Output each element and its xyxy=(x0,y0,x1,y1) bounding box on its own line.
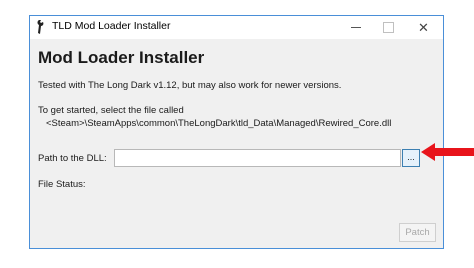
tested-version-text: Tested with The Long Dark v1.12, but may… xyxy=(38,80,342,91)
close-icon: ✕ xyxy=(418,19,429,35)
minimize-icon xyxy=(350,27,361,28)
browse-button[interactable]: ... xyxy=(402,149,420,167)
wrench-icon xyxy=(37,20,44,34)
dll-path-label: Path to the DLL: xyxy=(38,153,107,164)
title-bar[interactable]: TLD Mod Loader Installer ✕ xyxy=(30,16,443,39)
dll-path-input[interactable] xyxy=(114,149,401,167)
close-button[interactable]: ✕ xyxy=(407,16,440,39)
file-status-label: File Status: xyxy=(38,179,86,190)
installer-window: TLD Mod Loader Installer ✕ Mod Loader In… xyxy=(29,15,444,249)
maximize-icon xyxy=(383,22,394,33)
page-title: Mod Loader Installer xyxy=(38,48,205,67)
window-title: TLD Mod Loader Installer xyxy=(52,20,171,32)
file-path-text: <Steam>\SteamApps\common\TheLongDark\tld… xyxy=(46,118,392,129)
minimize-button[interactable] xyxy=(339,16,372,39)
maximize-button[interactable] xyxy=(372,16,405,39)
red-arrow-icon xyxy=(421,143,474,161)
patch-button[interactable]: Patch xyxy=(399,223,436,242)
instruction-text: To get started, select the file called xyxy=(38,105,184,116)
